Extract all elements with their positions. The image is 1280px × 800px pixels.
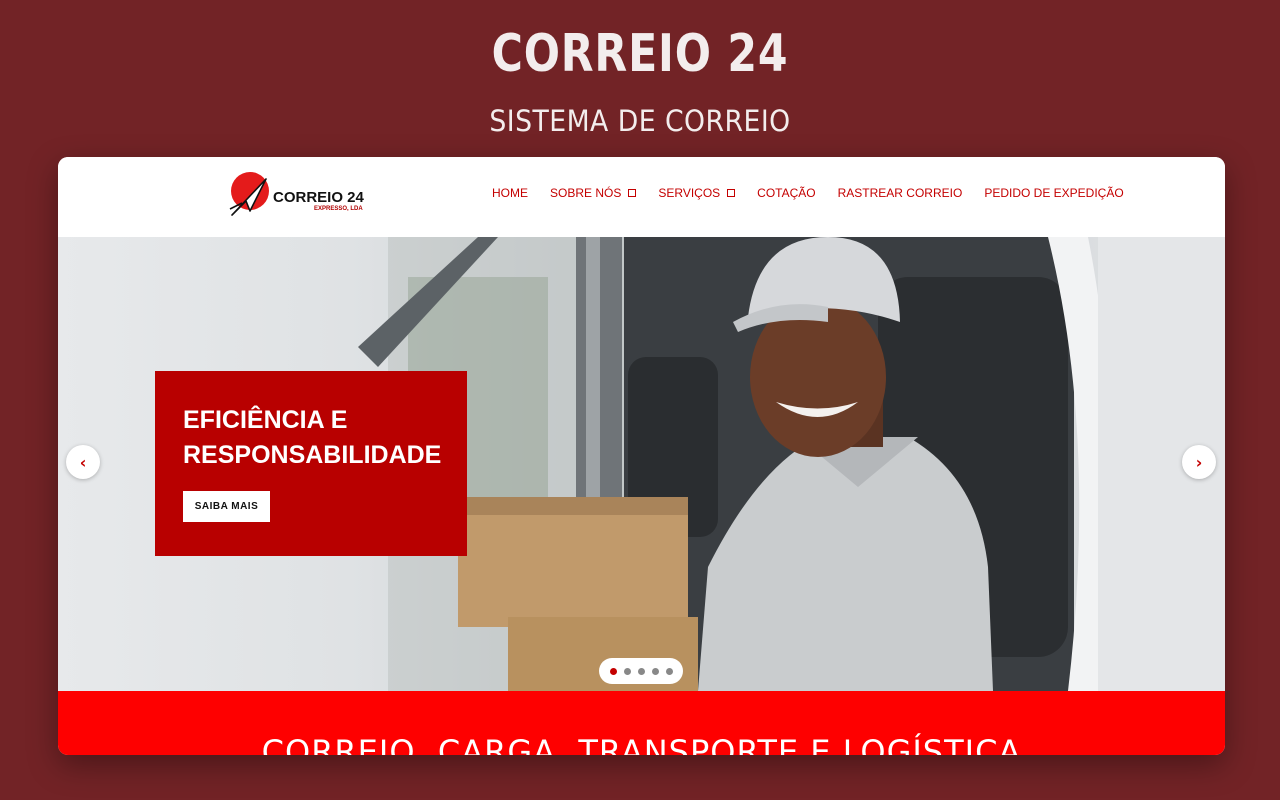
nav-home[interactable]: HOME: [492, 186, 528, 200]
hero-caption-title: EFICIÊNCIA E RESPONSABILIDADE: [183, 406, 442, 469]
services-band: CORREIO, CARGA, TRANSPORTE E LOGÍSTICA: [58, 691, 1225, 755]
website-preview: CORREIO 24 EXPRESSO, LDA HOME SOBRE NÓS …: [58, 157, 1225, 755]
nav-cotacao-label: COTAÇÃO: [757, 186, 816, 200]
hero-slider: EFICIÊNCIA E RESPONSABILIDADE SAIBA MAIS…: [58, 237, 1225, 691]
main-nav: HOME SOBRE NÓS SERVIÇOS COTAÇÃO RASTREAR…: [492, 186, 1124, 200]
nav-sobre-nos[interactable]: SOBRE NÓS: [550, 186, 637, 200]
logo-name: CORREIO 24: [273, 189, 364, 206]
slide-dot-4[interactable]: [651, 667, 659, 675]
site-header: CORREIO 24 EXPRESSO, LDA HOME SOBRE NÓS …: [58, 157, 1225, 237]
nav-servicos-label: SERVIÇOS: [658, 186, 721, 200]
saiba-mais-button[interactable]: SAIBA MAIS: [183, 491, 270, 522]
logo-tagline: EXPRESSO, LDA: [314, 206, 363, 212]
nav-pedido-de-expedicao[interactable]: PEDIDO DE EXPEDIÇÃO: [984, 186, 1123, 200]
slider-pagination: [599, 658, 683, 684]
page-subtitle: SISTEMA DE CORREIO: [489, 104, 791, 138]
nav-home-label: HOME: [492, 186, 528, 200]
dropdown-icon: [628, 189, 637, 197]
nav-cotacao[interactable]: COTAÇÃO: [757, 186, 815, 200]
site-logo[interactable]: CORREIO 24 EXPRESSO, LDA: [228, 169, 368, 219]
nav-pedido-de-expedicao-label: PEDIDO DE EXPEDIÇÃO: [984, 186, 1124, 200]
services-band-title: CORREIO, CARGA, TRANSPORTE E LOGÍSTICA: [261, 733, 1022, 755]
slide-dot-1[interactable]: [609, 667, 617, 675]
nav-rastrear-correio-label: RASTREAR CORREIO: [837, 186, 963, 200]
hero-caption: EFICIÊNCIA E RESPONSABILIDADE SAIBA MAIS: [155, 371, 467, 556]
slider-next-button[interactable]: ›: [1182, 445, 1216, 479]
logo-icon: [229, 172, 269, 216]
dropdown-icon: [727, 189, 736, 197]
slide-dot-3[interactable]: [637, 667, 645, 675]
slide-dot-2[interactable]: [623, 667, 631, 675]
nav-servicos[interactable]: SERVIÇOS: [658, 186, 736, 200]
chevron-right-icon: ›: [1195, 452, 1203, 472]
slide-dot-5[interactable]: [665, 667, 673, 675]
slider-prev-button[interactable]: ‹: [66, 445, 100, 479]
page-title: CORREIO 24: [491, 24, 789, 84]
nav-sobre-nos-label: SOBRE NÓS: [550, 186, 622, 200]
chevron-left-icon: ‹: [79, 452, 87, 472]
nav-rastrear-correio[interactable]: RASTREAR CORREIO: [838, 186, 963, 200]
